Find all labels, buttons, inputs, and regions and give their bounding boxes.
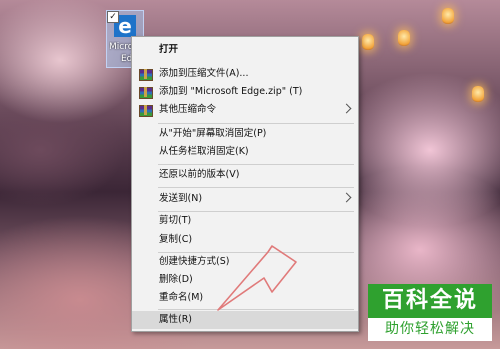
winrar-icon (139, 87, 153, 99)
menu-item-unpin-start[interactable]: 从"开始"屏幕取消固定(P) (132, 125, 358, 143)
winrar-icon (139, 69, 153, 81)
lantern-decoration (362, 34, 374, 50)
menu-item-delete[interactable]: 删除(D) (132, 271, 358, 289)
menu-separator (158, 187, 354, 188)
menu-item-create-shortcut[interactable]: 创建快捷方式(S) (132, 253, 358, 271)
watermark-badge: 百科全说 助你轻松解决 (368, 284, 492, 341)
winrar-icon (139, 105, 153, 117)
menu-item-add-to-zip[interactable]: 添加到 "Microsoft Edge.zip" (T) (132, 83, 358, 101)
menu-item-add-to-archive[interactable]: 添加到压缩文件(A)... (132, 65, 358, 83)
menu-item-unpin-taskbar[interactable]: 从任务栏取消固定(K) (132, 143, 358, 161)
chevron-right-icon (341, 103, 352, 114)
menu-item-send-to[interactable]: 发送到(N) (132, 190, 358, 208)
lantern-decoration (442, 8, 454, 24)
menu-separator (158, 309, 354, 310)
menu-separator (158, 164, 354, 165)
lantern-decoration (472, 86, 484, 102)
lantern-decoration (398, 30, 410, 46)
menu-item-other-compress[interactable]: 其他压缩命令 (132, 101, 358, 119)
menu-item-open[interactable]: 打开 (132, 41, 358, 59)
watermark-subtitle: 助你轻松解决 (368, 318, 492, 341)
chevron-right-icon (341, 192, 352, 203)
menu-item-copy[interactable]: 复制(C) (132, 231, 358, 249)
menu-item-restore-versions[interactable]: 还原以前的版本(V) (132, 166, 358, 184)
context-menu: 打开 添加到压缩文件(A)... 添加到 "Microsoft Edge.zip… (131, 36, 359, 332)
checkbox-icon[interactable]: ✓ (107, 11, 119, 23)
menu-item-cut[interactable]: 剪切(T) (132, 212, 358, 230)
menu-item-properties[interactable]: 属性(R) (132, 311, 358, 329)
menu-separator (158, 123, 354, 124)
menu-item-rename[interactable]: 重命名(M) (132, 289, 358, 307)
watermark-title: 百科全说 (368, 284, 492, 318)
